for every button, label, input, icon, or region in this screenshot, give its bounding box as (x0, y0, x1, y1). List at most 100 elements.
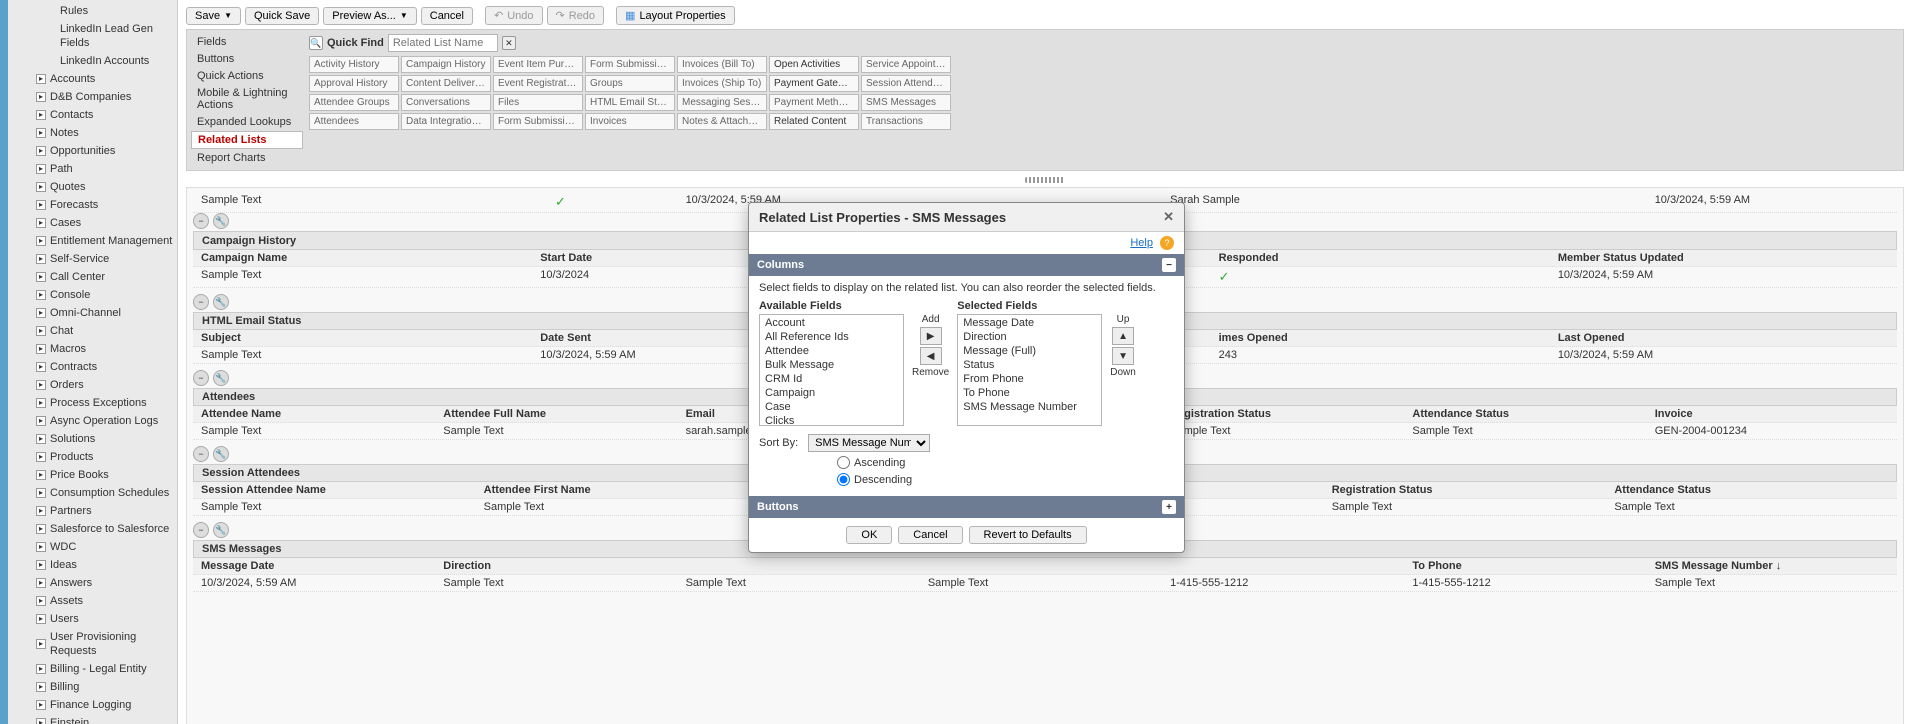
quick-find-input[interactable] (388, 34, 498, 52)
sidebar-item[interactable]: ▸Chat (8, 322, 177, 340)
expand-icon[interactable]: ▸ (36, 524, 46, 534)
section-props-icon[interactable]: 🔧 (213, 213, 229, 229)
palette-category[interactable]: Mobile & Lightning Actions (191, 85, 303, 113)
sidebar-item[interactable]: ▸Contracts (8, 358, 177, 376)
sidebar-item[interactable]: ▸Macros (8, 340, 177, 358)
selected-field-option[interactable]: SMS Message Number (959, 400, 1100, 414)
expand-icon[interactable]: ▸ (36, 718, 46, 724)
expand-icon[interactable]: ▸ (36, 639, 46, 649)
palette-category[interactable]: Fields (191, 34, 303, 50)
section-props-icon[interactable]: 🔧 (213, 370, 229, 386)
move-up-button[interactable]: ▲ (1112, 327, 1134, 345)
palette-item[interactable]: Form Submissions (585, 56, 675, 73)
sidebar-item[interactable]: ▸Opportunities (8, 142, 177, 160)
sidebar-item[interactable]: ▸Users (8, 610, 177, 628)
selected-field-option[interactable]: To Phone (959, 386, 1100, 400)
expand-icon[interactable]: ▸ (36, 470, 46, 480)
available-field-option[interactable]: Attendee (761, 344, 902, 358)
move-down-button[interactable]: ▼ (1112, 347, 1134, 365)
expand-icon[interactable]: ▸ (36, 272, 46, 282)
remove-section-icon[interactable]: − (193, 294, 209, 310)
available-field-option[interactable]: Clicks (761, 414, 902, 426)
available-field-option[interactable]: All Reference Ids (761, 330, 902, 344)
sidebar-item[interactable]: ▸Assets (8, 592, 177, 610)
expand-icon[interactable]: ▸ (36, 254, 46, 264)
sidebar-item[interactable]: ▸Products (8, 448, 177, 466)
palette-item[interactable]: Groups (585, 75, 675, 92)
palette-category[interactable]: Related Lists (191, 131, 303, 149)
expand-icon[interactable]: ▸ (36, 200, 46, 210)
sidebar-item[interactable]: LinkedIn Accounts (8, 52, 177, 70)
palette-item[interactable]: Notes & Attachments (677, 113, 767, 130)
expand-icon[interactable]: ▸ (36, 542, 46, 552)
expand-icon[interactable]: ▸ (36, 416, 46, 426)
expand-icon[interactable]: ▸ (36, 506, 46, 516)
expand-icon[interactable]: ▸ (36, 110, 46, 120)
setup-sidebar[interactable]: RulesLinkedIn Lead Gen FieldsLinkedIn Ac… (8, 0, 178, 724)
palette-item[interactable]: Form Submissions (493, 113, 583, 130)
palette-item[interactable]: Event Item Purchase (493, 56, 583, 73)
sidebar-item[interactable]: LinkedIn Lead Gen Fields (8, 20, 177, 52)
palette-item[interactable]: Session Attendees (861, 75, 951, 92)
redo-button[interactable]: ↷Redo (547, 6, 605, 25)
palette-item[interactable]: Attendees (309, 113, 399, 130)
palette-item[interactable]: Event Registratio... (493, 75, 583, 92)
palette-item[interactable]: Transactions (861, 113, 951, 130)
expand-icon[interactable]: ▸ (36, 182, 46, 192)
preview-as-button[interactable]: Preview As...▼ (323, 7, 417, 25)
palette-item[interactable]: Content Deliveries (401, 75, 491, 92)
expand-icon[interactable]: ▸ (36, 344, 46, 354)
expand-icon[interactable]: ▸ (36, 128, 46, 138)
palette-item[interactable]: Payment Methods (769, 94, 859, 111)
expand-panel-icon[interactable]: + (1162, 500, 1176, 514)
palette-category[interactable]: Expanded Lookups (191, 114, 303, 130)
section-props-icon[interactable]: 🔧 (213, 294, 229, 310)
expand-icon[interactable]: ▸ (36, 236, 46, 246)
sidebar-item[interactable]: ▸Path (8, 160, 177, 178)
sidebar-item[interactable]: ▸Notes (8, 124, 177, 142)
sidebar-item[interactable]: Rules (8, 2, 177, 20)
expand-icon[interactable]: ▸ (36, 164, 46, 174)
selected-field-option[interactable]: Message Date (959, 316, 1100, 330)
expand-icon[interactable]: ▸ (36, 560, 46, 570)
collapse-panel-icon[interactable]: − (1162, 258, 1176, 272)
palette-item[interactable]: Related Content (769, 113, 859, 130)
expand-icon[interactable]: ▸ (36, 290, 46, 300)
selected-field-option[interactable]: Direction (959, 330, 1100, 344)
palette-item[interactable]: Data Integration ... (401, 113, 491, 130)
expand-icon[interactable]: ▸ (36, 596, 46, 606)
help-link[interactable]: Help (1130, 237, 1153, 249)
available-fields-listbox[interactable]: AccountAll Reference IdsAttendeeBulk Mes… (759, 314, 904, 426)
revert-defaults-button[interactable]: Revert to Defaults (969, 526, 1087, 544)
sidebar-item[interactable]: ▸Einstein (8, 714, 177, 724)
remove-section-icon[interactable]: − (193, 446, 209, 462)
sidebar-item[interactable]: ▸Billing - Legal Entity (8, 660, 177, 678)
sidebar-item[interactable]: ▸Salesforce to Salesforce (8, 520, 177, 538)
save-button[interactable]: Save▼ (186, 7, 241, 25)
clear-search-button[interactable]: ✕ (502, 36, 516, 50)
expand-icon[interactable]: ▸ (36, 74, 46, 84)
palette-item[interactable]: Attendee Groups (309, 94, 399, 111)
sidebar-item[interactable]: ▸WDC (8, 538, 177, 556)
selected-fields-listbox[interactable]: Message DateDirectionMessage (Full)Statu… (957, 314, 1102, 426)
remove-section-icon[interactable]: − (193, 370, 209, 386)
palette-item[interactable]: Invoices (Ship To) (677, 75, 767, 92)
sidebar-item[interactable]: ▸Entitlement Management (8, 232, 177, 250)
sidebar-item[interactable]: ▸Ideas (8, 556, 177, 574)
sidebar-item[interactable]: ▸Self-Service (8, 250, 177, 268)
palette-resize-handle[interactable] (1025, 177, 1065, 183)
sidebar-item[interactable]: ▸Console (8, 286, 177, 304)
section-props-icon[interactable]: 🔧 (213, 522, 229, 538)
remove-section-icon[interactable]: − (193, 213, 209, 229)
available-field-option[interactable]: Bulk Message (761, 358, 902, 372)
available-field-option[interactable]: Campaign (761, 386, 902, 400)
palette-item[interactable]: Open Activities (769, 56, 859, 73)
palette-item[interactable]: Approval History (309, 75, 399, 92)
cancel-button[interactable]: Cancel (421, 7, 473, 25)
expand-icon[interactable]: ▸ (36, 700, 46, 710)
sidebar-item[interactable]: ▸Finance Logging (8, 696, 177, 714)
cancel-dialog-button[interactable]: Cancel (898, 526, 962, 544)
palette-item[interactable]: Activity History (309, 56, 399, 73)
expand-icon[interactable]: ▸ (36, 146, 46, 156)
palette-item[interactable]: Conversations (401, 94, 491, 111)
